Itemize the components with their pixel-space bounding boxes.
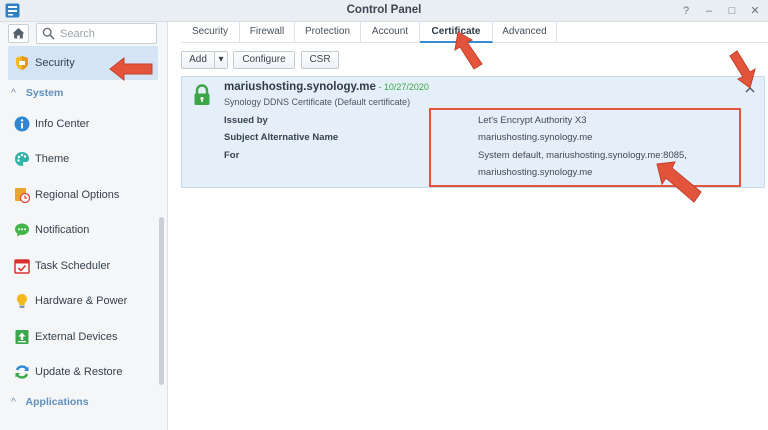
add-button[interactable]: Add bbox=[181, 51, 215, 69]
sidebar-item-theme[interactable]: Theme bbox=[8, 142, 158, 176]
sidebar-item-label: Task Scheduler bbox=[35, 260, 111, 272]
section-header-applications[interactable]: ^ Applications bbox=[11, 396, 89, 412]
detail-label-issued-by: Issued by bbox=[224, 115, 268, 126]
detail-label-for: For bbox=[224, 150, 240, 161]
window-title: Control Panel bbox=[346, 4, 422, 16]
section-label: System bbox=[25, 87, 64, 99]
sidebar-item-notification[interactable]: Notification bbox=[8, 213, 158, 247]
tab-firewall[interactable]: Firewall bbox=[240, 22, 295, 43]
sidebar-item-label: Security bbox=[35, 57, 75, 69]
sidebar-item-hardware-power[interactable]: Hardware & Power bbox=[8, 284, 158, 318]
sidebar-item-info-center[interactable]: Info Center bbox=[8, 107, 158, 141]
search-icon bbox=[42, 27, 55, 40]
sidebar-scrollbar[interactable] bbox=[159, 217, 164, 385]
chevron-up-icon: ^ bbox=[11, 396, 16, 408]
section-label: Applications bbox=[25, 396, 89, 408]
close-button[interactable]: ✕ bbox=[747, 3, 763, 19]
annotation-arrow-icon bbox=[656, 161, 702, 203]
refresh-icon bbox=[15, 365, 29, 379]
certificate-date: - 10/27/2020 bbox=[375, 82, 429, 92]
tab-account[interactable]: Account bbox=[361, 22, 420, 43]
certificate-description: Synology DDNS Certificate (Default certi… bbox=[224, 97, 411, 107]
annotation-arrow-icon bbox=[454, 31, 483, 70]
add-dropdown-button[interactable]: ▾ bbox=[214, 51, 228, 69]
sidebar-item-label: Update & Restore bbox=[35, 366, 123, 378]
csr-button[interactable]: CSR bbox=[301, 51, 339, 69]
shield-icon bbox=[16, 56, 28, 70]
annotation-arrow-icon bbox=[109, 56, 153, 82]
title-bar: Control Panel ? – □ ✕ bbox=[0, 0, 768, 22]
tab-advanced[interactable]: Advanced bbox=[493, 22, 557, 43]
calendar-icon bbox=[14, 259, 30, 274]
upload-device-icon bbox=[15, 330, 29, 344]
chat-bubble-icon bbox=[15, 223, 29, 237]
section-header-system[interactable]: ^ System bbox=[11, 87, 63, 103]
minimize-button[interactable]: – bbox=[701, 3, 717, 19]
detail-label-subject-alt-name: Subject Alternative Name bbox=[224, 132, 339, 143]
lock-icon bbox=[194, 84, 210, 105]
chevron-down-icon: ▾ bbox=[218, 54, 224, 65]
chevron-up-icon: ^ bbox=[11, 87, 16, 99]
tab-security[interactable]: Security bbox=[181, 22, 240, 43]
certificate-name: mariushosting.synology.me - 10/27/2020 bbox=[224, 81, 429, 93]
configure-button[interactable]: Configure bbox=[233, 51, 295, 69]
sidebar-item-label: Hardware & Power bbox=[35, 295, 128, 307]
clock-icon bbox=[15, 188, 30, 203]
sidebar-item-external-devices[interactable]: External Devices bbox=[8, 320, 158, 354]
help-button[interactable]: ? bbox=[678, 3, 694, 19]
annotation-arrow-icon bbox=[729, 50, 756, 89]
maximize-button[interactable]: □ bbox=[724, 3, 740, 19]
info-icon bbox=[14, 116, 30, 132]
sidebar-item-label: Info Center bbox=[35, 118, 90, 130]
sidebar-item-label: Notification bbox=[35, 224, 90, 236]
lightbulb-icon bbox=[17, 294, 27, 308]
palette-icon bbox=[15, 152, 29, 166]
sidebar-item-label: Theme bbox=[35, 153, 70, 165]
sidebar-item-task-scheduler[interactable]: Task Scheduler bbox=[8, 249, 158, 283]
sidebar-item-label: Regional Options bbox=[35, 189, 120, 201]
sidebar-item-regional-options[interactable]: Regional Options bbox=[8, 178, 158, 212]
sidebar-item-label: External Devices bbox=[35, 331, 118, 343]
tab-protection[interactable]: Protection bbox=[295, 22, 361, 43]
sidebar: Security ^ System Info Center Theme Regi… bbox=[0, 22, 168, 430]
search-box[interactable] bbox=[36, 23, 157, 44]
home-icon bbox=[12, 28, 25, 39]
search-input[interactable] bbox=[60, 26, 152, 41]
sidebar-item-update-restore[interactable]: Update & Restore bbox=[8, 355, 158, 389]
home-button[interactable] bbox=[8, 24, 29, 43]
